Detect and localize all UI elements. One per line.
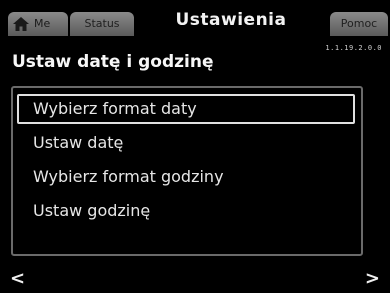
menu-item-set-date[interactable]: Ustaw datę xyxy=(17,128,355,158)
home-icon xyxy=(13,17,29,31)
tab-settings-label: Ustawienia xyxy=(175,10,287,30)
settings-screen: Me Status Ustawienia Pomoc 1.1.19.2.0.0 … xyxy=(0,0,390,293)
nav-back-arrow[interactable]: < xyxy=(10,268,25,289)
version-number: 1.1.19.2.0.0 xyxy=(325,44,382,52)
tab-help[interactable]: Pomoc xyxy=(330,12,388,36)
menu-item-date-format[interactable]: Wybierz format daty xyxy=(17,94,355,124)
menu-item-time-format[interactable]: Wybierz format godziny xyxy=(17,162,355,192)
nav-forward-arrow[interactable]: > xyxy=(365,268,380,289)
menu-panel: Wybierz format daty Ustaw datę Wybierz f… xyxy=(11,86,363,256)
tab-bar: Me Status Ustawienia Pomoc xyxy=(0,0,390,38)
page-title: Ustaw datę i godzinę xyxy=(12,52,214,72)
tab-status[interactable]: Status xyxy=(70,12,134,36)
menu-item-set-time[interactable]: Ustaw godzinę xyxy=(17,196,355,226)
tab-home[interactable]: Me xyxy=(8,12,68,36)
tab-settings[interactable]: Ustawienia xyxy=(136,4,326,38)
tab-home-label: Me xyxy=(34,17,51,30)
